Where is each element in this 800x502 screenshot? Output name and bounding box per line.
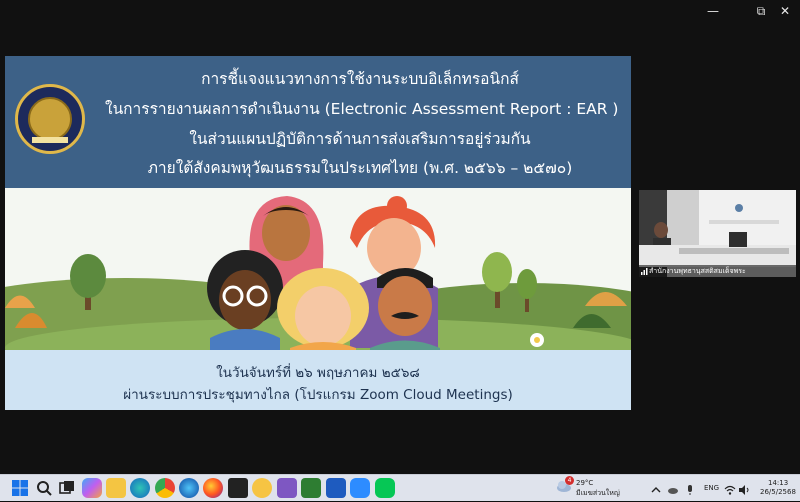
copilot-icon[interactable]: [82, 478, 102, 498]
cloud-icon[interactable]: [667, 481, 679, 494]
weather-temperature: 29°C: [576, 479, 594, 487]
zoom-icon[interactable]: [350, 478, 370, 498]
close-button[interactable]: ✕: [772, 2, 798, 20]
restore-button[interactable]: ⧉: [748, 2, 774, 20]
shared-screen-slide: การชี้แจงแนวทางการใช้งานระบบอิเล็กทรอนิก…: [5, 56, 631, 410]
app-purple-icon[interactable]: [277, 478, 297, 498]
wifi-icon[interactable]: [724, 481, 736, 495]
meeting-platform-text: ผ่านระบบการประชุมทางไกล (โปรแกรม Zoom Cl…: [123, 387, 513, 403]
task-view-icon[interactable]: [57, 478, 77, 498]
participant-name-label: สำนักงานพุทธานุสสติสมเด็จพระ: [639, 265, 796, 277]
connection-signal-icon: [641, 268, 648, 275]
window-title-bar: — ⧉ ✕: [0, 0, 800, 24]
firefox-icon[interactable]: [203, 478, 223, 498]
chevron-up-icon[interactable]: [650, 481, 662, 493]
slide-title-line-1: การชี้แจงแนวทางการใช้งานระบบอิเล็กทรอนิก…: [201, 70, 519, 88]
search-icon[interactable]: [34, 478, 54, 498]
edge-icon[interactable]: [130, 478, 150, 498]
microphone-icon[interactable]: [684, 481, 696, 495]
participant-name-text: สำนักงานพุทธานุสสติสมเด็จพระ: [649, 267, 746, 275]
slide-title-line-2: ในการรายงานผลการดำเนินงาน (Electronic As…: [105, 100, 619, 118]
participant-video-feed: [639, 190, 796, 277]
slide-title-line-3: ในส่วนแผนปฏิบัติการด้านการส่งเสริมการอยู…: [189, 130, 531, 148]
browser-icon[interactable]: [179, 478, 199, 498]
slide-footer: ในวันจันทร์ที่ ๒๖ พฤษภาคม ๒๕๖๘ ผ่านระบบก…: [5, 350, 631, 410]
clock-date[interactable]: 26/5/2568: [760, 488, 796, 496]
windows-start-icon[interactable]: [10, 478, 30, 498]
speaker-icon[interactable]: [738, 481, 750, 495]
slide-title-line-4: ภายใต้สังคมพหุวัฒนธรรมในประเทศไทย (พ.ศ. …: [147, 159, 573, 177]
slide-header: การชี้แจงแนวทางการใช้งานระบบอิเล็กทรอนิก…: [5, 56, 631, 188]
weather-badge: 4: [565, 476, 574, 485]
government-seal-icon: [15, 84, 85, 154]
language-indicator[interactable]: ENG: [704, 484, 719, 492]
meeting-date-text: ในวันจันทร์ที่ ๒๖ พฤษภาคม ๒๕๖๘: [216, 365, 420, 381]
media-player-icon[interactable]: [228, 478, 248, 498]
participant-video-tile[interactable]: สำนักงานพุทธานุสสติสมเด็จพระ: [639, 190, 796, 277]
chrome-icon[interactable]: [155, 478, 175, 498]
multicultural-people-illustration: [5, 188, 631, 350]
minimize-button[interactable]: —: [700, 2, 726, 20]
weather-icon[interactable]: 4: [556, 476, 574, 494]
word-icon[interactable]: [326, 478, 346, 498]
clock-time[interactable]: 14:13: [768, 479, 788, 487]
app-green-icon[interactable]: [301, 478, 321, 498]
windows-taskbar: 4 29°C มีเมฆส่วนใหญ่ ENG 14:13 26/5/2568: [0, 474, 800, 501]
app-yellow-icon[interactable]: [252, 478, 272, 498]
line-icon[interactable]: [375, 478, 395, 498]
file-explorer-icon[interactable]: [106, 478, 126, 498]
weather-description: มีเมฆส่วนใหญ่: [576, 489, 620, 497]
